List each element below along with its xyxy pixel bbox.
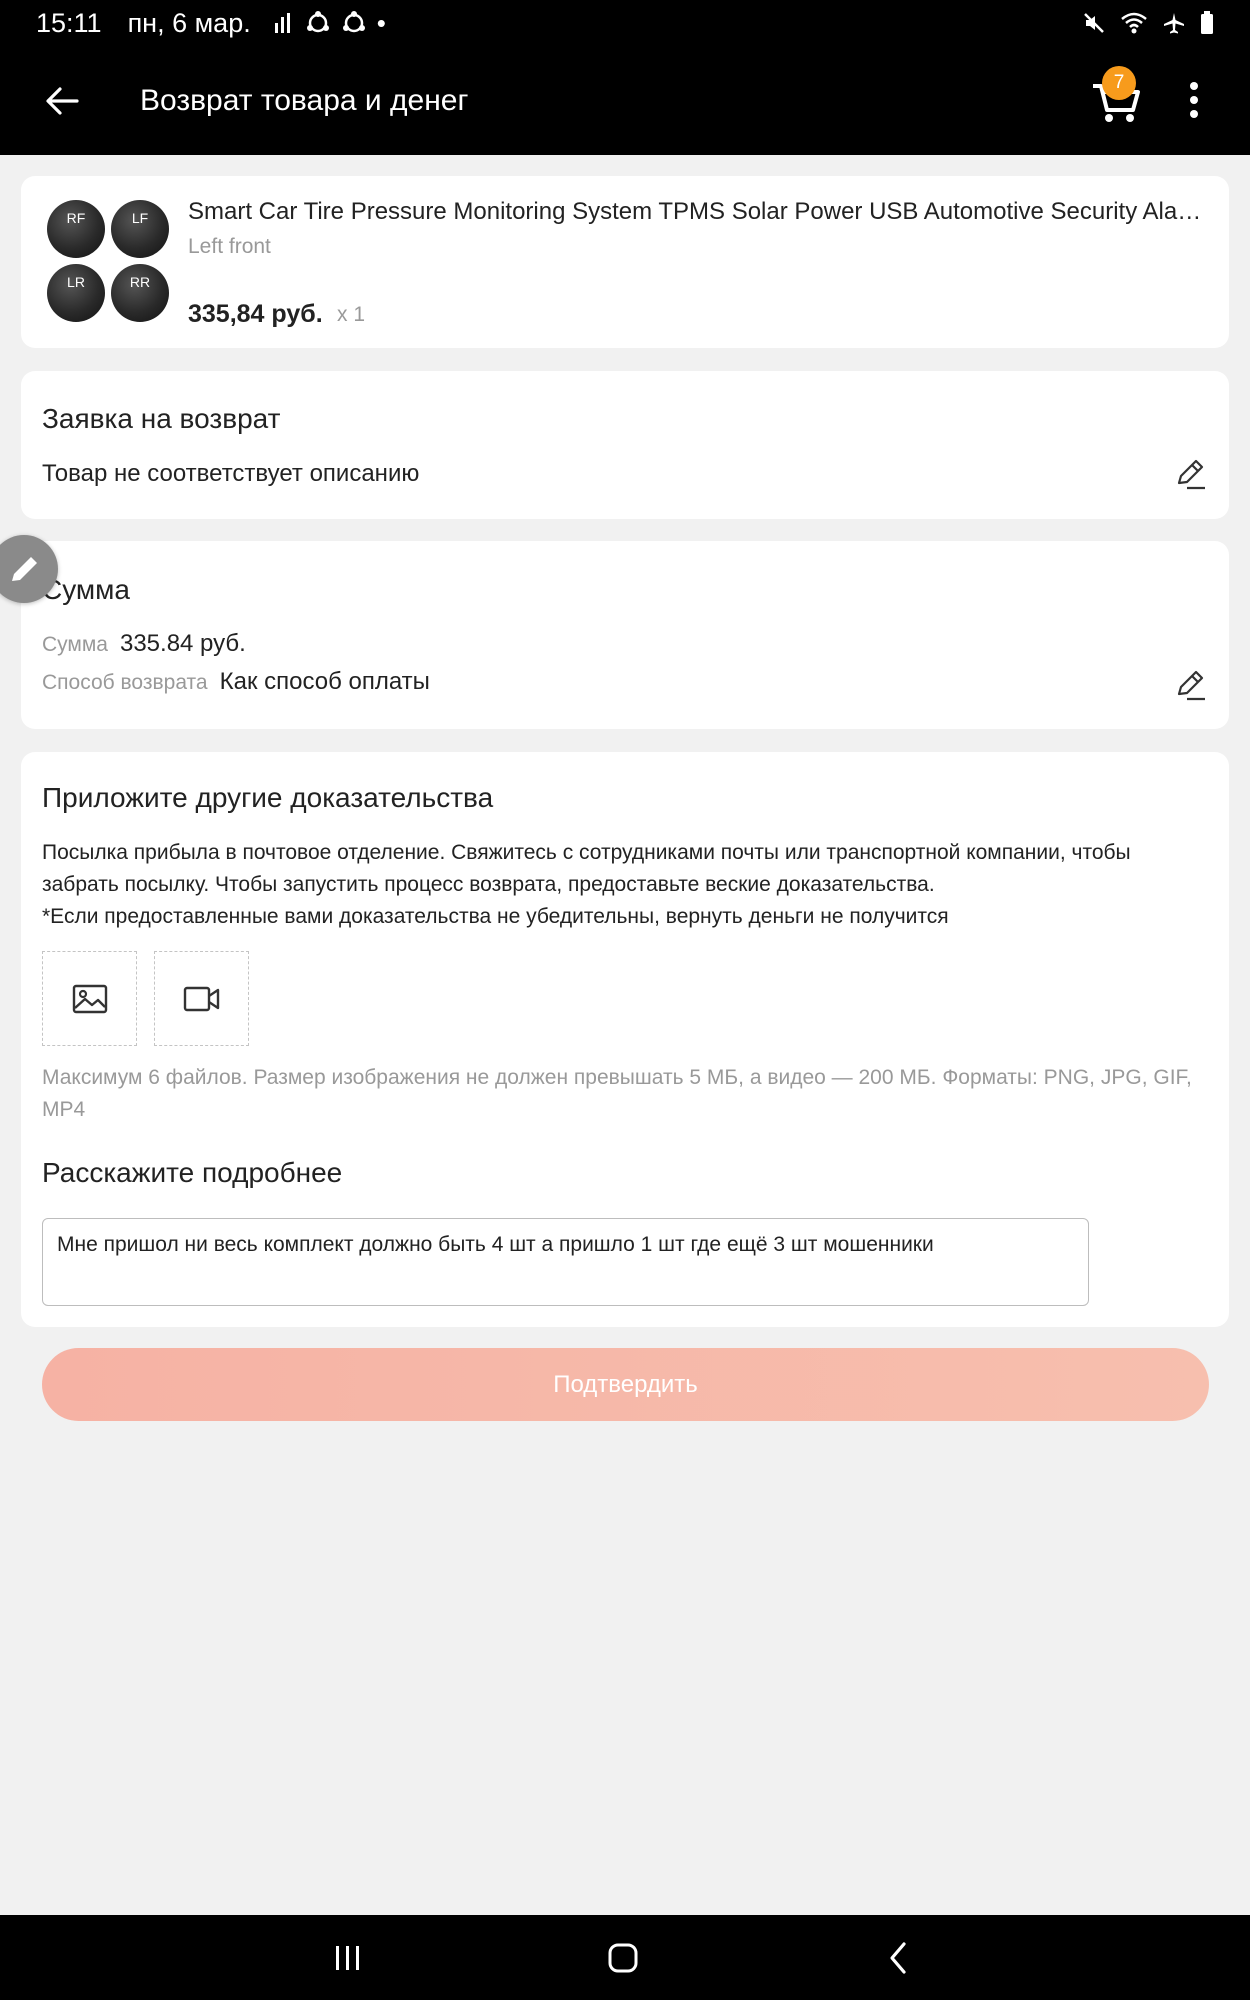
status-bar: 15:11 пн, 6 мар. • (0, 0, 1250, 46)
recent-apps-icon (336, 1946, 359, 1970)
recent-apps-button[interactable] (325, 1935, 371, 1981)
image-icon (72, 984, 107, 1013)
pencil-icon (12, 557, 37, 581)
confirm-button[interactable]: Подтвердить (42, 1348, 1209, 1421)
refund-method-value: Как способ оплаты (219, 668, 430, 695)
wifi-icon (1121, 12, 1147, 34)
product-image: RF LF LR RR (43, 196, 178, 326)
upload-limits-text: Максимум 6 файлов. Размер изображения не… (42, 1066, 1192, 1121)
battery-icon (1201, 11, 1213, 34)
airplane-icon (1164, 13, 1184, 34)
cart-badge: 7 (1102, 66, 1136, 100)
product-variant: Left front (188, 235, 271, 258)
notification-icons: • (273, 10, 386, 36)
product-quantity: x 1 (337, 303, 366, 326)
page-title: Возврат товара и денег (140, 83, 469, 117)
amount-card: Сумма Сумма 335.84 руб. Способ возврата … (21, 541, 1229, 729)
system-nav-bar (0, 1915, 1250, 2000)
details-textarea[interactable]: Мне пришол ни весь комплект должно быть … (42, 1218, 1089, 1306)
return-reason: Товар не соответствует описанию (42, 460, 420, 487)
evidence-description-text: Посылка прибыла в почтовое отделение. Св… (42, 841, 1131, 896)
more-dot-icon (1190, 96, 1198, 104)
evidence-warning-text: *Если предоставленные вами доказательств… (42, 905, 949, 928)
refund-method-row: Способ возврата Как способ оплаты (42, 668, 430, 696)
back-button[interactable] (32, 71, 92, 131)
arrow-left-icon (46, 86, 79, 115)
evidence-card: Приложите другие доказательства Посылка … (21, 752, 1229, 1327)
amount-row: Сумма 335.84 руб. (42, 630, 246, 658)
product-name: Smart Car Tire Pressure Monitoring Syste… (188, 198, 1208, 225)
amount-value: 335.84 руб. (119, 630, 246, 657)
pencil-icon (1177, 670, 1205, 701)
more-dot-icon (1190, 82, 1198, 90)
home-icon (608, 1943, 638, 1973)
return-request-card: Заявка на возврат Товар не соответствует… (21, 371, 1229, 519)
system-icons (1082, 11, 1214, 35)
pencil-icon (1177, 459, 1205, 490)
sensor-lf: LF (111, 200, 169, 258)
return-request-title: Заявка на возврат (42, 403, 281, 434)
sync-icon (306, 11, 329, 33)
more-menu-button[interactable] (1180, 74, 1208, 126)
signal-icon (274, 13, 290, 33)
edit-amount-button[interactable] (1173, 668, 1207, 702)
status-time: 15:11 (36, 7, 102, 38)
evidence-description: Посылка прибыла в почтовое отделение. Св… (42, 837, 1212, 933)
product-price: 335,84 руб. (188, 300, 323, 328)
sync-icon-2 (342, 11, 365, 33)
evidence-title: Приложите другие доказательства (42, 782, 494, 813)
video-camera-icon (183, 986, 219, 1011)
more-dot-icon (1190, 110, 1198, 118)
chevron-left-icon (890, 1942, 906, 1974)
add-video-button[interactable] (154, 951, 249, 1046)
dot-icon: • (376, 8, 386, 38)
sensor-rr: RR (111, 264, 169, 322)
edit-reason-button[interactable] (1173, 457, 1207, 491)
amount-label: Сумма (42, 633, 108, 656)
refund-method-label: Способ возврата (42, 671, 208, 694)
sensor-lr: LR (47, 264, 105, 322)
product-card[interactable]: RF LF LR RR Smart Car Tire Pressure Moni… (21, 176, 1229, 348)
mute-icon (1084, 13, 1104, 33)
nav-back-button[interactable] (876, 1935, 922, 1981)
add-photo-button[interactable] (42, 951, 137, 1046)
details-title: Расскажите подробнее (42, 1157, 343, 1188)
home-button[interactable] (600, 1935, 646, 1981)
status-date: пн, 6 мар. (127, 7, 251, 38)
app-bar: Возврат товара и денег 7 (0, 46, 1250, 155)
sensor-rf: RF (47, 200, 105, 258)
